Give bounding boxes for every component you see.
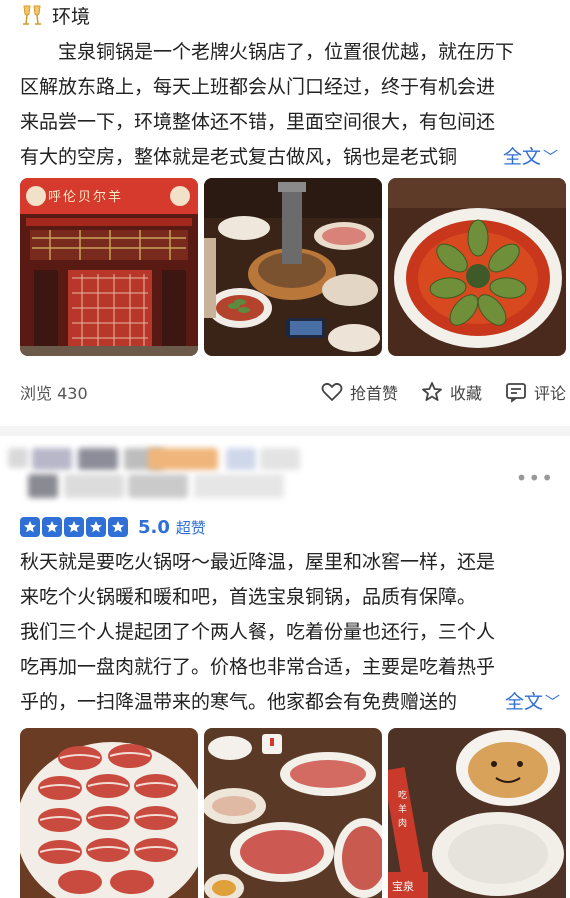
- chevron-down-icon: ﹀: [544, 693, 560, 711]
- review-2-line: 来吃个火锅暖和暖和吧，首选宝泉铜锅，品质有保障。: [20, 586, 477, 608]
- copper-hotpot-table-photo[interactable]: [204, 178, 382, 356]
- star-filled-icon: [64, 517, 84, 537]
- review-2-line: 吃再加一盘肉就行了。价格也非常合适，主要是吃着热乎: [20, 656, 496, 678]
- spicy-broth-dish-photo[interactable]: [388, 178, 566, 356]
- review-1-line: 来品尝一下，环境整体还不错，里面空间很大，有包间还: [20, 111, 496, 133]
- view-count: 浏览 430: [20, 384, 88, 403]
- cheers-icon: [20, 3, 46, 27]
- review-1-line: 宝泉铜锅是一个老牌火锅店了，位置很优越，就在历下: [58, 41, 515, 63]
- star-outline-icon: [422, 382, 442, 401]
- review-2-line-last: 乎的，一扫降温带来的寒气。他家都会有免费赠送的 全文 ﹀: [20, 685, 560, 720]
- rating-label: 超赞: [175, 518, 206, 537]
- review-1-body: 环境 宝泉铜锅是一个老牌火锅店了，位置很优越，就在历下 区解放东路上，每天上班都…: [20, 0, 558, 175]
- review-2-body: 秋天就是要吃火锅呀～最近降温，屋里和冰窖一样，还是 来吃个火锅暖和暖和吧，首选宝…: [20, 545, 560, 720]
- storefront-sign-text: 呼伦贝尔羊: [48, 190, 124, 205]
- expand-full-text-link[interactable]: 全文 ﹀: [474, 685, 560, 720]
- chopstick-sleeve-logo-text: 宝泉: [392, 880, 414, 893]
- star-filled-icon: [108, 517, 128, 537]
- review-1-line-last: 有大的空房，整体就是老式复古做风，锅也是老式铜 全文 ﹀: [20, 140, 558, 175]
- svg-text:肉: 肉: [398, 817, 407, 829]
- heart-icon: [321, 382, 343, 401]
- review-2-photo-grid: 吃羊肉 宝泉: [20, 728, 566, 898]
- review-1-line: 区解放东路上，每天上班都会从门口经过，终于有机会进: [20, 76, 496, 98]
- review-2-rating: 5.0 超赞: [20, 514, 206, 540]
- sliced-lamb-plate-photo[interactable]: [20, 728, 198, 898]
- restaurant-storefront-photo[interactable]: 呼伦贝尔羊: [20, 178, 198, 356]
- collect-button[interactable]: 收藏: [420, 380, 482, 404]
- comment-button[interactable]: 评论: [504, 380, 566, 404]
- review-2-line: 我们三个人提起团了个两人餐，吃着份量也还行，三个人: [20, 621, 496, 643]
- star-filled-icon: [42, 517, 62, 537]
- sesame-sauce-bowl-photo[interactable]: 吃羊肉 宝泉: [388, 728, 566, 898]
- review-1-action-bar: 浏览 430 抢首赞 收藏 评论: [20, 376, 566, 408]
- svg-text:羊: 羊: [398, 803, 407, 815]
- expand-full-text-link[interactable]: 全文 ﹀: [472, 140, 558, 175]
- meat-platters-table-photo[interactable]: [204, 728, 382, 898]
- star-filled-icon: [86, 517, 106, 537]
- more-options-icon[interactable]: •••: [516, 466, 554, 490]
- like-button[interactable]: 抢首赞: [320, 380, 398, 404]
- svg-text:吃: 吃: [398, 789, 407, 801]
- reviewer-info-blurred: [8, 448, 308, 504]
- comment-icon: [506, 383, 526, 403]
- rating-score: 5.0: [138, 516, 170, 538]
- review-1-photo-grid: 呼伦贝尔羊: [20, 178, 566, 356]
- section-divider: [0, 426, 570, 436]
- chevron-down-icon: ﹀: [542, 148, 558, 166]
- review-2-line: 秋天就是要吃火锅呀～最近降温，屋里和冰窖一样，还是: [20, 551, 496, 573]
- section-heading: 环境: [20, 0, 558, 33]
- star-filled-icon: [20, 517, 40, 537]
